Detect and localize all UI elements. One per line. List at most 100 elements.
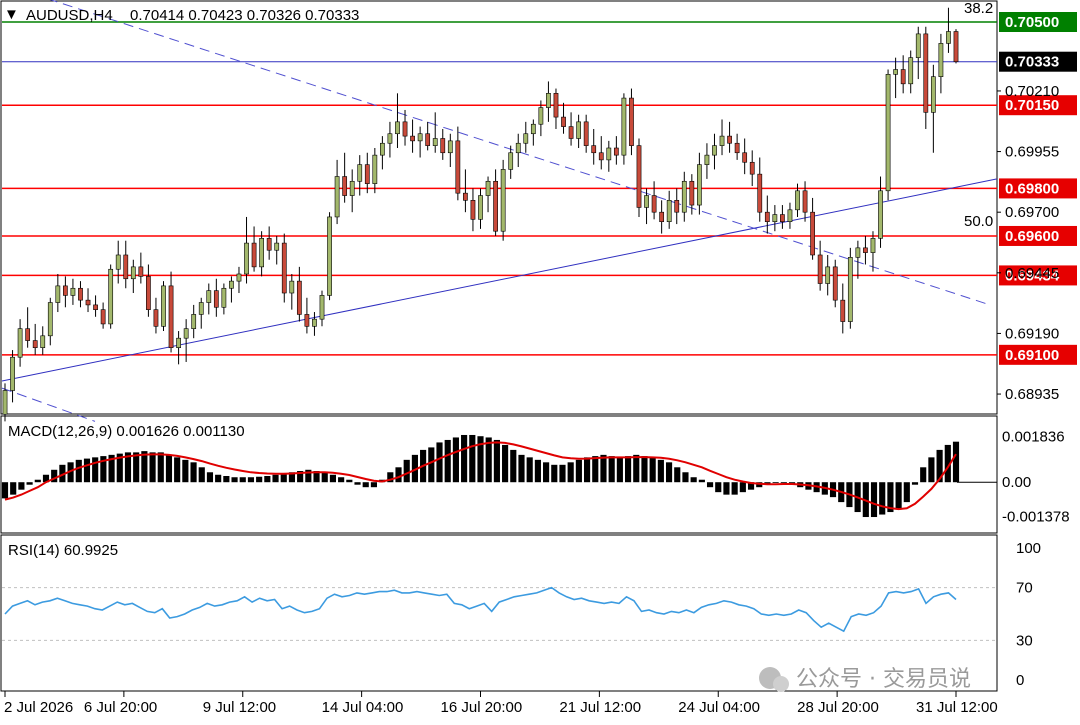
candle-body-83 [629,97,634,146]
candle-body-109 [825,266,831,284]
candle-body-118 [893,69,898,75]
watermark-text: 公众号 · 交易员说 [796,667,971,692]
macd-bar-112 [920,467,927,483]
candle-body-99 [749,161,755,175]
macd-bar-76 [624,456,632,483]
macd-bar-110 [903,482,910,503]
macd-bar-71 [584,457,591,483]
x-tick-label-0: 2 Jul 2026 [4,699,73,716]
candle-body-73 [553,93,559,118]
price-tick-label-0: 0.70210 [1005,83,1059,100]
macd-bar-55 [452,437,459,483]
candle-body-2 [17,328,23,358]
candle-body-110 [832,266,838,301]
macd-bar-2 [18,482,25,490]
candle-body-104 [787,209,793,222]
candle-body-38 [289,280,295,294]
level-tag-label-0: 0.70500 [1005,14,1059,31]
level-tag-label-6: 0.69100 [1005,347,1059,364]
macd-bar-25 [206,472,214,483]
macd-bar-33 [272,474,279,483]
candle-body-100 [757,173,763,213]
candle-body-119 [900,69,906,85]
candle-body-1 [10,356,15,391]
fib-label-500: 50.0 [964,213,993,230]
candle-body-86 [651,195,657,213]
x-tick-label-7: 28 Jul 20:00 [797,699,879,716]
macd-bar-68 [559,464,566,483]
candle-body-44 [334,176,340,218]
candle-body-26 [198,302,204,315]
macd-bar-52 [428,447,435,483]
macd-bar-82 [674,467,681,483]
macd-bar-4 [34,479,41,483]
candle-body-122 [923,33,929,113]
macd-bar-9 [75,459,82,483]
collapse-triangle-icon[interactable]: ▼ [4,6,19,23]
candle-body-10 [78,287,83,301]
chart-ohlc: 0.70414 0.70423 0.70326 0.70333 [130,7,359,24]
candle-body-97 [734,142,740,154]
candle-body-3 [25,328,31,341]
macd-bar-44 [362,482,369,488]
macd-bar-69 [567,462,574,483]
candle-body-57 [432,138,438,146]
candle-body-0 [2,390,8,415]
trading-chart: 0.705000.703330.701500.698000.696000.694… [0,0,1077,716]
candle-body-60 [455,140,461,194]
macd-bar-61 [502,444,509,483]
candle-body-113 [855,247,861,258]
candle-body-9 [70,287,76,296]
candle-body-14 [108,268,114,325]
candle-body-50 [380,142,385,156]
candle-body-126 [953,31,959,63]
macd-bar-94 [772,482,779,484]
candle-body-92 [697,164,702,206]
candle-body-84 [636,145,642,208]
macd-bar-111 [911,482,919,485]
macd-bar-3 [26,482,33,485]
candle-body-67 [508,152,514,170]
macd-bar-49 [403,459,410,483]
macd-bar-70 [575,459,582,483]
candle-body-115 [870,238,876,253]
macd-bar-10 [83,458,91,483]
candle-body-70 [530,123,536,135]
candle-body-24 [183,328,189,339]
macd-bar-19 [157,452,164,483]
candle-body-23 [176,337,181,348]
candle-body-45 [342,176,348,196]
macd-bar-57 [469,434,476,483]
macd-bar-65 [534,459,541,483]
candle-body-90 [681,180,687,213]
macd-tick-label-2: -0.001378 [1002,508,1070,525]
candle-body-114 [863,247,868,253]
candle-body-80 [606,147,612,161]
candle-body-37 [281,242,287,294]
candle-body-47 [357,164,363,182]
macd-bar-109 [895,482,902,510]
macd-bar-48 [395,467,402,483]
candle-body-61 [463,192,468,201]
candle-body-41 [312,318,317,327]
candle-body-95 [719,135,725,146]
candle-body-112 [847,257,853,322]
macd-bar-32 [264,476,271,483]
price-tick-label-4: 0.69190 [1005,325,1059,342]
candle-body-7 [55,285,61,303]
candle-body-81 [613,147,619,156]
candle-body-56 [425,133,431,146]
candle-body-42 [319,295,325,320]
candle-body-43 [327,216,332,296]
macd-bar-89 [731,482,738,495]
price-tick-label-2: 0.69700 [1005,204,1059,221]
candle-body-78 [591,145,597,154]
candle-body-40 [304,314,310,327]
candle-body-36 [274,242,280,251]
candle-body-123 [930,76,936,113]
x-tick-label-5: 21 Jul 12:00 [559,699,641,716]
rsi-title: RSI(14) 60.9925 [8,542,118,559]
chart-symbol: AUDUSD,H4 [26,7,113,24]
candle-body-72 [546,93,551,108]
candle-body-8 [63,285,68,296]
